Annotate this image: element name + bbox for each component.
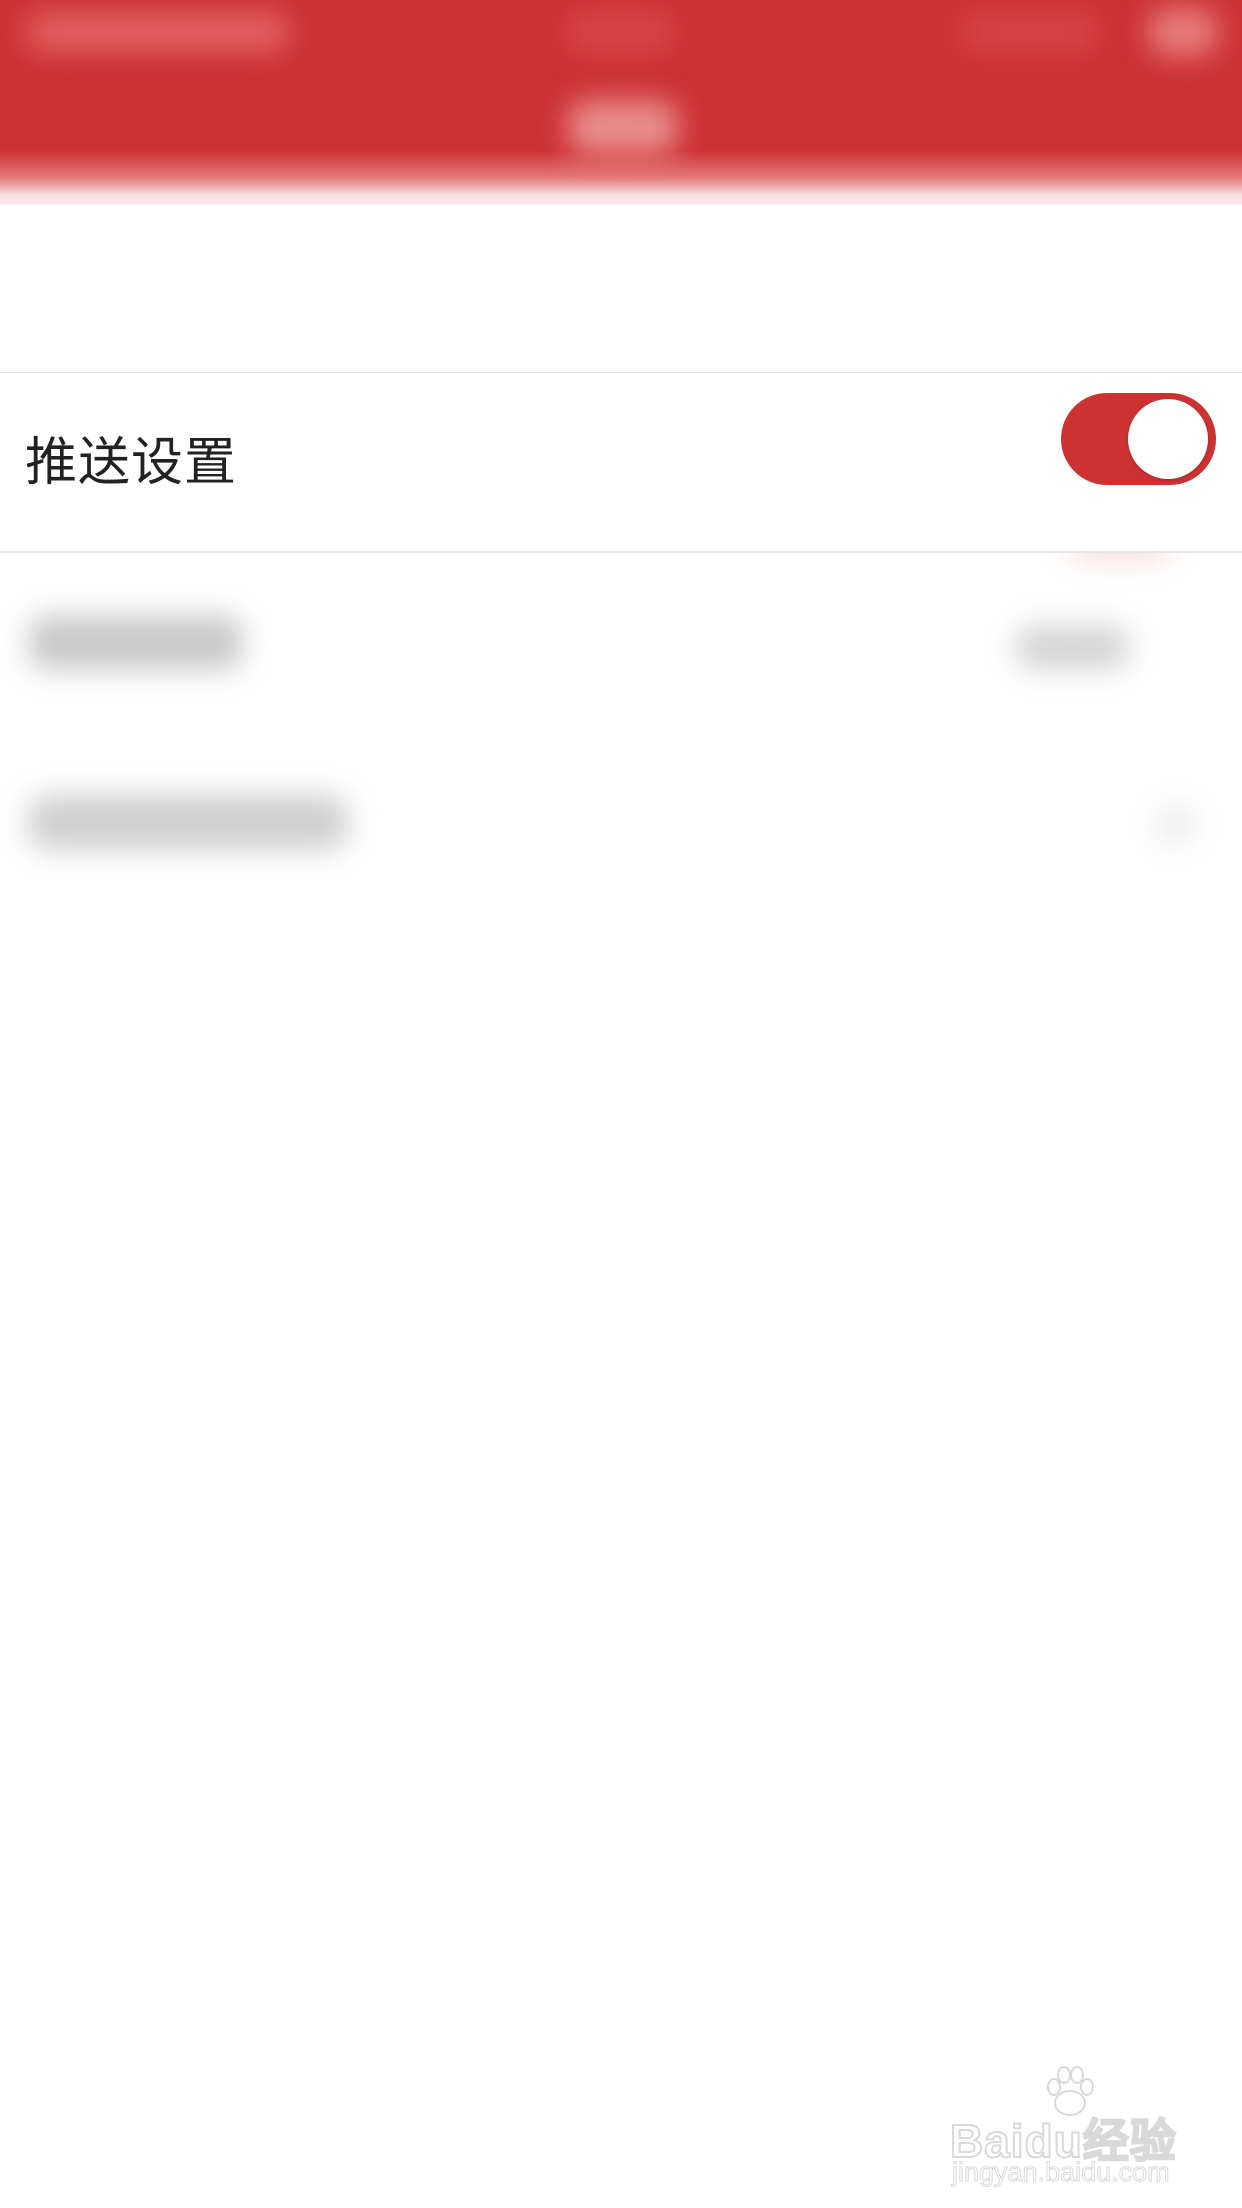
row-label-blurred-3[interactable]	[28, 795, 348, 850]
battery-icon	[1148, 8, 1218, 56]
toggle-knob	[1128, 399, 1208, 479]
page-title-blurred	[568, 100, 678, 155]
push-settings-label: 推送设置	[25, 433, 238, 493]
status-bar-icons-blurred	[960, 12, 1100, 52]
app-header	[0, 0, 1242, 205]
divider	[0, 551, 1242, 553]
watermark-url: jingyan.baidu.com	[952, 2157, 1171, 2188]
baidu-jingyan-watermark: Baidu经验 jingyan.baidu.com	[949, 2065, 1180, 2188]
settings-page: 推送设置 Baidu经验 jingyan.baidu.com	[0, 0, 1242, 2208]
status-bar-left-blurred	[25, 12, 290, 52]
settings-row-blurred-1[interactable]	[0, 205, 1242, 559]
chevron-right-icon	[1155, 805, 1195, 845]
row-label-blurred-2[interactable]	[28, 615, 243, 670]
row-value-blurred-2	[1015, 625, 1130, 670]
status-bar-time-blurred	[565, 12, 675, 52]
push-settings-toggle[interactable]	[1061, 393, 1216, 485]
